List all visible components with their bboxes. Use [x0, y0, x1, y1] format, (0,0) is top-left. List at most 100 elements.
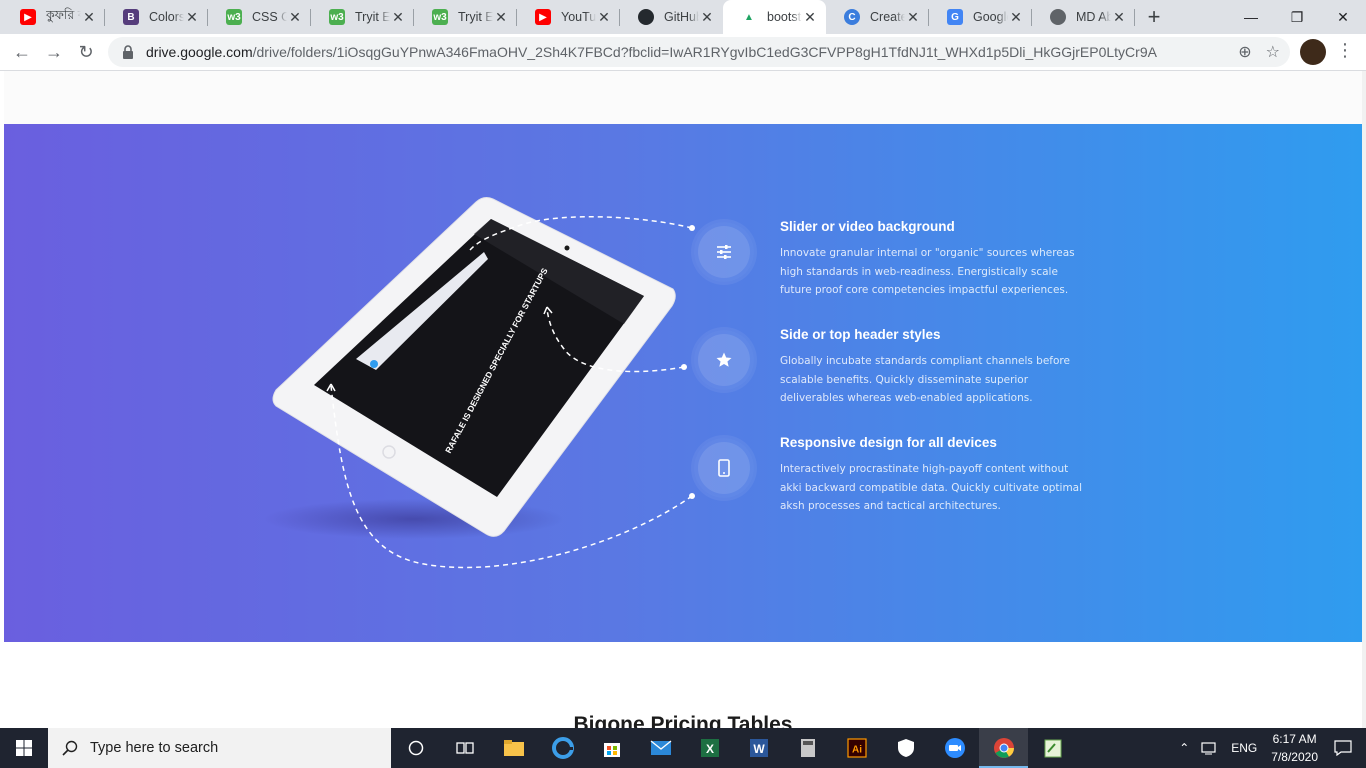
- canva-icon: C: [844, 9, 860, 25]
- lock-icon: [123, 45, 133, 59]
- youtube-icon: ▶: [535, 9, 551, 25]
- close-tab-icon[interactable]: ✕: [802, 9, 818, 26]
- reload-button[interactable]: ↻: [70, 36, 102, 68]
- clock-time: 6:17 AM: [1272, 732, 1317, 746]
- store-icon: [603, 743, 620, 757]
- excel-button[interactable]: X: [685, 728, 734, 768]
- security-button[interactable]: [881, 728, 930, 768]
- edge-button[interactable]: [538, 728, 587, 768]
- tab-title: MD Ab: [1076, 10, 1111, 24]
- cortana-button[interactable]: [391, 728, 440, 768]
- youtube-icon: ▶: [20, 9, 36, 25]
- google-search-icon: G: [947, 9, 963, 25]
- w3schools-icon: w3: [226, 9, 242, 25]
- close-tab-icon[interactable]: ✕: [81, 9, 97, 26]
- tab-list: ▶কুফরি ক✕BColors ·✕w3CSS Gra✕w3Tryit Ed✕…: [0, 0, 1135, 34]
- tab-title: Create: [870, 10, 905, 24]
- task-view-icon: [455, 742, 474, 754]
- file-explorer-button[interactable]: [489, 728, 538, 768]
- clock-date: 7/8/2020: [1271, 750, 1318, 764]
- feature-text: Innovate granular internal or "organic" …: [780, 247, 1075, 296]
- profile-avatar[interactable]: [1300, 39, 1326, 65]
- browser-tab[interactable]: G Google✕: [929, 0, 1032, 34]
- close-tab-icon[interactable]: ✕: [905, 9, 921, 26]
- svg-text:X: X: [705, 742, 713, 756]
- chevron-up-icon[interactable]: ⌃: [1179, 741, 1189, 755]
- calculator-button[interactable]: [783, 728, 832, 768]
- calculator-icon: [800, 739, 815, 757]
- windows-taskbar: Type here to search X W Ai ⌃ ENG 6:17 AM…: [0, 728, 1366, 768]
- browser-tab[interactable]: C Create ✕: [826, 0, 929, 34]
- mail-button[interactable]: [636, 728, 685, 768]
- close-tab-icon[interactable]: ✕: [1008, 9, 1024, 26]
- address-bar[interactable]: drive.google.com/drive/folders/1iOsqgGuY…: [108, 37, 1290, 67]
- tab-title: CSS Gra: [252, 10, 287, 24]
- tablet-screen-logo: [370, 360, 378, 368]
- minimize-button[interactable]: —: [1228, 0, 1274, 34]
- folder-icon: [503, 740, 524, 756]
- new-tab-button[interactable]: +: [1139, 0, 1169, 34]
- bookmark-star-icon[interactable]: ☆: [1266, 42, 1280, 62]
- browser-tab[interactable]: w3 Tryit Ed✕: [311, 0, 414, 34]
- close-tab-icon[interactable]: ✕: [390, 9, 406, 26]
- task-view-button[interactable]: [440, 728, 489, 768]
- url-host: drive.google.com: [146, 44, 253, 60]
- browser-tab[interactable]: w3 Tryit Ed✕: [414, 0, 517, 34]
- browser-tab-strip: ▶কুফরি ক✕BColors ·✕w3CSS Gra✕w3Tryit Ed✕…: [0, 0, 1366, 34]
- word-button[interactable]: W: [734, 728, 783, 768]
- language-indicator[interactable]: ENG: [1231, 741, 1257, 755]
- w3schools-icon: w3: [329, 9, 345, 25]
- browser-tab[interactable]: ▶ YouTub✕: [517, 0, 620, 34]
- add-icon[interactable]: ⊕: [1238, 42, 1251, 62]
- pricing-title: Bigone Pricing Tables: [573, 713, 793, 728]
- feature-text: Globally incubate standards compliant ch…: [780, 355, 1070, 404]
- taskbar-search-box[interactable]: Type here to search: [48, 728, 391, 768]
- clock[interactable]: 6:17 AM 7/8/2020: [1271, 730, 1318, 766]
- restore-button[interactable]: ❐: [1274, 0, 1320, 34]
- mobile-icon: [718, 459, 730, 477]
- tab-title: bootstr: [767, 10, 802, 24]
- tab-title: YouTub: [561, 10, 596, 24]
- more-menu-icon[interactable]: ⋮: [1336, 40, 1354, 61]
- start-button[interactable]: [0, 728, 48, 768]
- feature-item-3: Responsive design for all devices Intera…: [780, 435, 1090, 516]
- window-controls: — ❐ ✕: [1228, 0, 1366, 34]
- notepad-icon: [1044, 739, 1061, 758]
- cortana-icon: [408, 740, 423, 756]
- globe-icon: [1050, 9, 1066, 25]
- close-tab-icon[interactable]: ✕: [287, 9, 303, 26]
- svg-text:Ai: Ai: [852, 745, 862, 756]
- close-tab-icon[interactable]: ✕: [493, 9, 509, 26]
- forward-button[interactable]: →: [38, 36, 70, 68]
- browser-tab[interactable]: GitHub✕: [620, 0, 723, 34]
- tablet-illustration: RAFALE IS DESIGNED SPECIALLY FOR STARTUP…: [264, 197, 695, 569]
- chrome-button[interactable]: [979, 728, 1028, 768]
- browser-toolbar: ← → ↻ drive.google.com/drive/folders/1iO…: [0, 34, 1366, 71]
- notepad-button[interactable]: [1028, 728, 1077, 768]
- tab-title: Google: [973, 10, 1008, 24]
- google-drive-icon: ▲: [744, 11, 754, 23]
- browser-tab[interactable]: w3 CSS Gra✕: [208, 0, 311, 34]
- search-icon: [62, 740, 78, 756]
- scrollbar[interactable]: [1362, 71, 1366, 728]
- notification-icon[interactable]: [1334, 740, 1352, 756]
- zoom-button[interactable]: [930, 728, 979, 768]
- feature-title: Slider or video background: [780, 219, 955, 234]
- browser-tab[interactable]: B Colors ·✕: [105, 0, 208, 34]
- illustrator-button[interactable]: Ai: [832, 728, 881, 768]
- close-window-button[interactable]: ✕: [1320, 0, 1366, 34]
- close-tab-icon[interactable]: ✕: [1111, 9, 1127, 26]
- close-tab-icon[interactable]: ✕: [596, 9, 612, 26]
- browser-tab[interactable]: ▲ bootstr ✕: [723, 0, 826, 34]
- browser-tab[interactable]: MD Ab ✕: [1032, 0, 1135, 34]
- store-button[interactable]: [587, 728, 636, 768]
- close-tab-icon[interactable]: ✕: [699, 9, 715, 26]
- close-tab-icon[interactable]: ✕: [184, 9, 200, 26]
- zoom-icon: [944, 738, 965, 758]
- back-button[interactable]: ←: [6, 36, 38, 68]
- sliders-icon: [717, 245, 731, 259]
- tab-title: Tryit Ed: [355, 10, 390, 24]
- browser-tab[interactable]: ▶ কুফরি ক✕: [2, 0, 105, 34]
- connector-dot-1: [689, 225, 695, 231]
- network-icon[interactable]: [1201, 741, 1219, 755]
